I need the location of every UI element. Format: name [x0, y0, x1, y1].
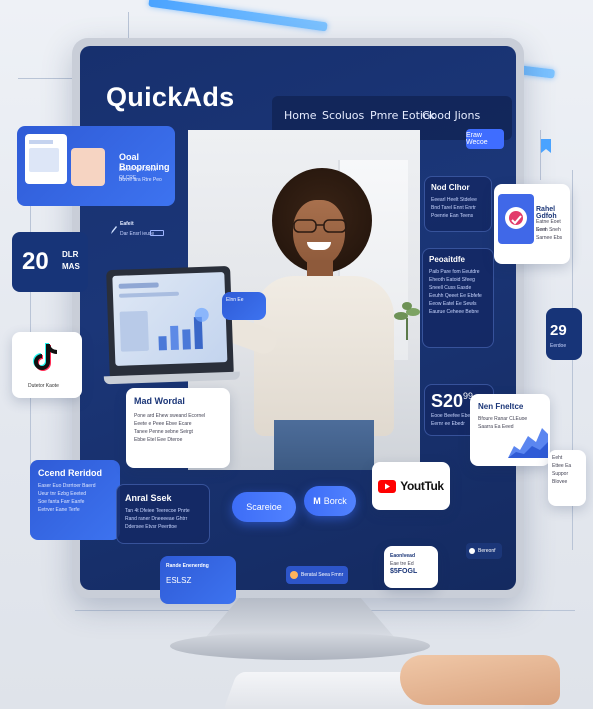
youtube-button[interactable]: YoutTuk	[372, 462, 450, 510]
secondary-action-button[interactable]: M Borck	[304, 486, 356, 516]
laptop-badge[interactable]: Elnn Ee	[222, 292, 266, 320]
stat-card-left[interactable]: 20 DLR MAS	[12, 232, 88, 292]
primary-action-button[interactable]: Scareioe	[232, 492, 296, 522]
stat-label-top: DLR	[62, 250, 79, 259]
support-card[interactable]: Eeht Ettee Ea Suppor Blovee	[548, 450, 586, 506]
person-jeans	[274, 420, 374, 470]
monitor-base	[170, 632, 430, 660]
area-chart-icon	[508, 424, 548, 458]
meta-icon: M	[313, 496, 321, 506]
toggle-dot-icon	[469, 548, 475, 554]
brand-logo[interactable]: QuickAds	[106, 82, 234, 113]
user-avatar-icon	[290, 571, 298, 579]
laptop-screen	[112, 272, 228, 366]
glasses-icon	[292, 218, 348, 234]
user-pill[interactable]: Beratal Seea Frnnr	[286, 566, 348, 584]
engagement-icon	[498, 194, 534, 244]
stat-number: 20	[22, 248, 49, 275]
nav-item-home[interactable]: Home	[284, 109, 316, 122]
branding-card[interactable]: Rande Enenerdng ESLSZ	[160, 556, 236, 604]
edit-widget[interactable]: Eafeit Dar Ensrl ieuse	[110, 220, 166, 244]
info-card-mid[interactable]: Peoaitdfe Paib Pare fom Eeutdre Eheoth E…	[422, 248, 494, 348]
campaign-report-card[interactable]: Ccend Reridod Easer Euo Dsrrtoer Baerd U…	[30, 460, 120, 540]
floating-accent-bar	[148, 0, 328, 32]
typing-hand	[400, 655, 560, 705]
social-engagement-card[interactable]: Rahel Gdfoh Eatne Eoet Sem Eeeh Sneh Sar…	[494, 184, 570, 264]
card-avatar	[71, 148, 105, 186]
stat-number: 29	[550, 322, 567, 339]
stat-label-bottom: MAS	[62, 262, 80, 271]
plant-icon	[393, 300, 420, 340]
pencil-icon	[110, 222, 118, 234]
campaign-chart-card[interactable]: Nen Fneltce Bfoure Ranar CLEuoe Saarra E…	[470, 394, 550, 466]
stat-card-right[interactable]: 29 Eerdoe	[546, 308, 582, 360]
price-value: S20	[431, 391, 464, 411]
nav-item-solutions[interactable]: Scoluos	[322, 109, 364, 122]
person-sweater	[254, 276, 394, 436]
bookmark-icon[interactable]	[540, 138, 552, 154]
nav-cta-button[interactable]: Eraw Wecoe	[466, 129, 504, 149]
card-thumbnail	[25, 134, 67, 184]
ad-campaign-card[interactable]: Ooal Bnoprening Boree! Tarl Zuvw QLCRE B…	[17, 126, 175, 206]
small-action-pill[interactable]: Bereonf	[466, 543, 502, 559]
analytics-card[interactable]: Anral Ssek Tan 4t Dfeiee Teerecoe Pnrte …	[116, 484, 210, 544]
feature-card[interactable]: Mad Wordal Pone ard Ehew sweand Ecornel …	[126, 388, 230, 468]
youtube-icon	[378, 479, 397, 493]
info-card-top[interactable]: Nod Clhor Eeearl Heelt Stdelee Bnd Tarel…	[424, 176, 492, 232]
laptop-chart-icon	[153, 306, 214, 352]
tiktok-icon	[32, 342, 62, 374]
pricing-summary-card[interactable]: Eaonlvead Eae tre Ed $5FOGL	[384, 546, 438, 588]
nav-item-contact[interactable]: Good Jions	[422, 109, 480, 122]
laptop	[103, 265, 241, 385]
tiktok-card[interactable]: Dutetor Kaote	[12, 332, 82, 398]
